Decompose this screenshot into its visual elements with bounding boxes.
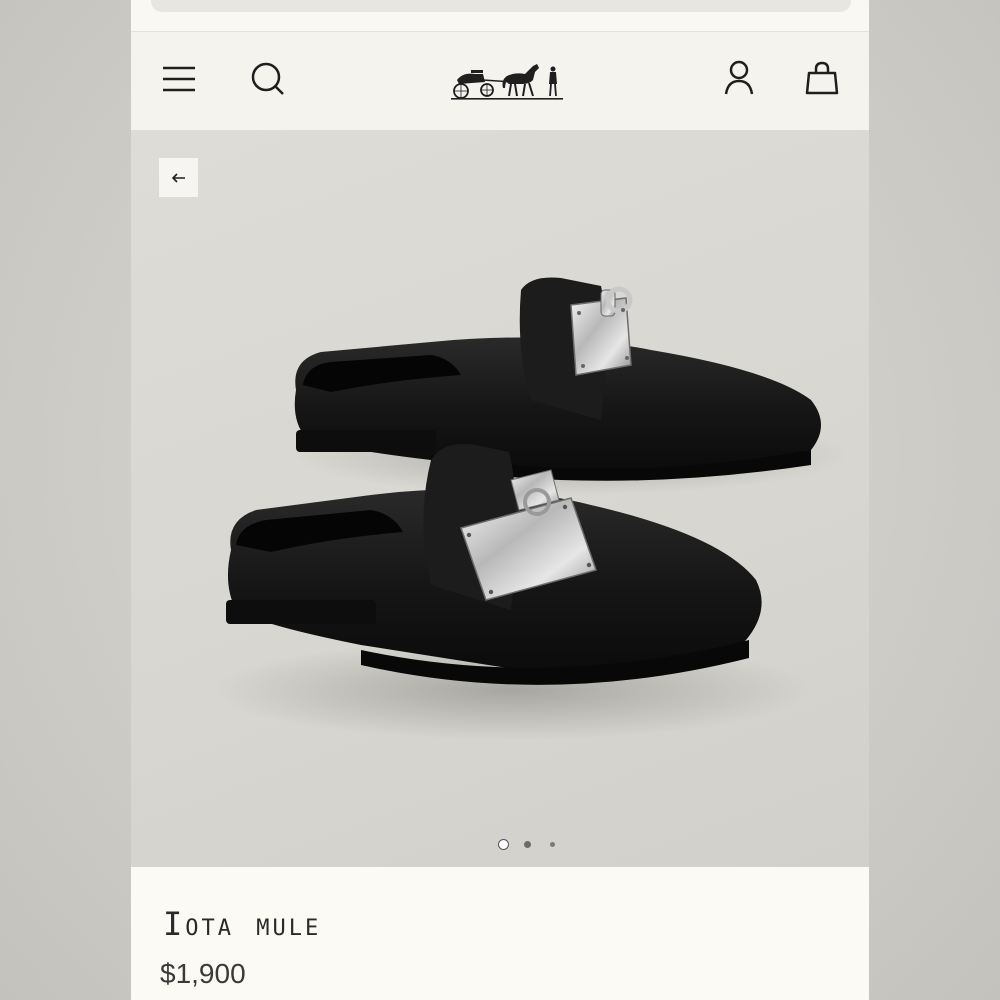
back-mule [291,277,851,495]
product-name: Iota mule [163,905,322,943]
phone-screen: Iota mule $1,900 [131,0,869,1000]
product-gallery[interactable] [131,130,869,867]
pagination-dot[interactable] [550,842,555,847]
hamburger-menu-icon[interactable] [161,65,197,93]
hermes-carriage-logo[interactable] [449,60,565,102]
product-image [211,277,851,740]
browser-address-bar[interactable] [151,0,851,12]
arrow-left-icon [171,172,185,183]
product-price: $1,900 [160,958,246,989]
shopping-bag-icon[interactable] [805,60,839,96]
site-header [131,31,869,131]
pagination-dot[interactable] [524,841,531,848]
back-button[interactable] [159,158,198,197]
user-icon[interactable] [723,60,755,96]
search-icon[interactable] [249,60,287,98]
pagination-dot-active[interactable] [498,839,509,850]
product-info: Iota mule $1,900 [131,867,869,1000]
gallery-pagination [131,837,869,851]
